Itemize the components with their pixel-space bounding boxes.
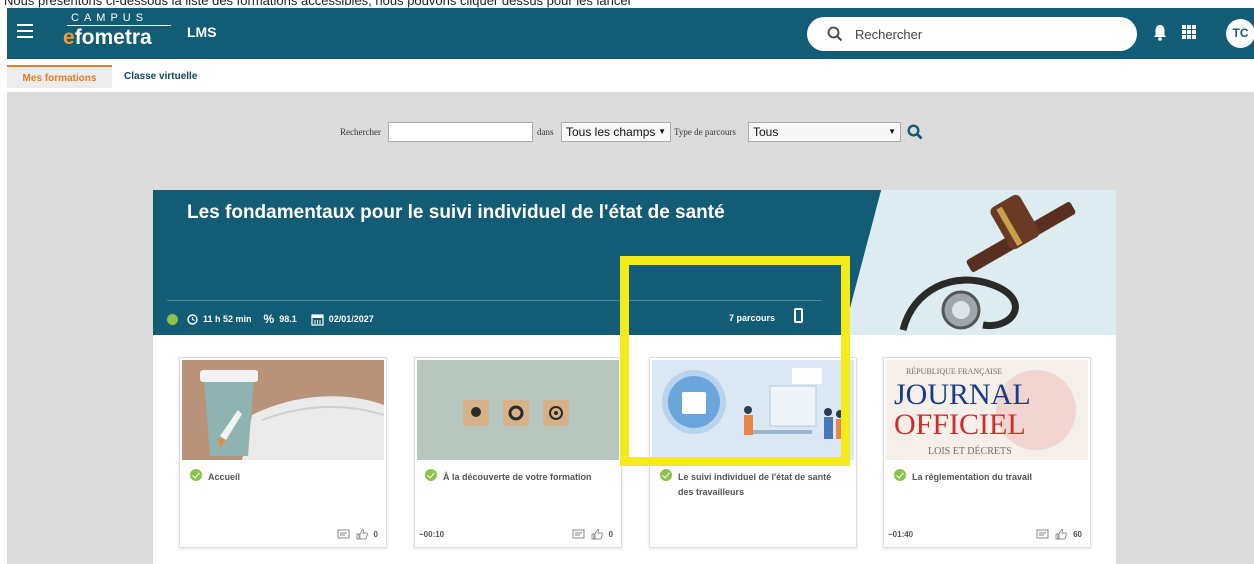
search-input[interactable] xyxy=(855,25,1115,43)
comment-icon[interactable] xyxy=(1036,529,1049,540)
logo-name: efometra xyxy=(63,26,152,49)
health-team-illustration xyxy=(652,360,854,460)
card-stats: 60 xyxy=(1036,528,1082,540)
bell-icon[interactable] xyxy=(1153,24,1167,41)
filter-search-label: Rechercher xyxy=(340,127,381,137)
chevron-down-icon: ▼ xyxy=(888,127,896,136)
formation-date: 02/01/2027 xyxy=(328,314,374,324)
thumbs-up-icon[interactable] xyxy=(1055,528,1067,540)
search-submit-icon[interactable] xyxy=(907,124,923,140)
card-title: Le suivi individuel de l'état de santé d… xyxy=(678,472,832,497)
tab-mes-formations[interactable]: Mes formations xyxy=(7,65,112,88)
mobile-icon xyxy=(794,308,803,323)
filter-type-label: Type de parcours xyxy=(674,127,736,137)
clock-icon xyxy=(187,313,198,325)
tab-classe-virtuelle[interactable]: Classe virtuelle xyxy=(124,65,197,88)
formation-percent: 98.1 xyxy=(279,314,297,324)
avatar[interactable]: TC xyxy=(1226,19,1254,48)
check-circle-icon xyxy=(894,469,906,481)
card-duration: ~01:40 xyxy=(888,530,914,539)
parcours-count: 7 parcours xyxy=(729,313,776,323)
check-circle-icon xyxy=(425,469,437,481)
journal-line-1: RÉPUBLIQUE FRANÇAISE xyxy=(906,366,1002,376)
formation-title: Les fondamentaux pour le suivi individue… xyxy=(187,202,725,223)
thumbs-up-icon[interactable] xyxy=(591,528,603,540)
card-title: Accueil xyxy=(208,472,241,482)
formation-duration: 11 h 52 min xyxy=(203,314,252,324)
tab-bar: Mes formations Classe virtuelle xyxy=(7,59,1254,92)
search-filter-bar: Rechercher dans Tous les champs ▼ Type de… xyxy=(7,122,1254,144)
check-circle-icon xyxy=(167,313,178,325)
gavel-stethoscope-image xyxy=(843,190,1116,335)
journal-line-3: OFFICIEL xyxy=(894,408,1026,441)
formation-banner[interactable]: Les fondamentaux pour le suivi individue… xyxy=(153,190,1116,335)
type-parcours-select[interactable]: Tous ▼ xyxy=(748,122,901,142)
parcours-cards: Accueil 0 À la découverte de votre forma… xyxy=(153,335,1116,564)
filter-search-input[interactable] xyxy=(388,122,533,142)
parcours-card-suivi-individuel[interactable]: Le suivi individuel de l'état de santé d… xyxy=(649,357,857,548)
wooden-blocks-image xyxy=(417,360,619,460)
app-header: CAMPUS efometra LMS TC xyxy=(7,8,1254,59)
check-circle-icon xyxy=(660,469,672,481)
global-search xyxy=(807,17,1137,51)
parcours-card-decouverte[interactable]: À la découverte de votre formation ~00:1… xyxy=(414,357,622,548)
campus-efometra-logo[interactable]: CAMPUS efometra xyxy=(63,12,173,54)
apps-grid-icon[interactable] xyxy=(1182,25,1196,39)
logo-campus-text: CAMPUS xyxy=(71,12,149,24)
likes-count: 0 xyxy=(373,529,378,539)
check-circle-icon xyxy=(190,469,202,481)
card-title: À la découverte de votre formation xyxy=(443,472,592,482)
search-icon[interactable] xyxy=(827,26,843,42)
calendar-icon xyxy=(311,313,324,326)
parcours-card-reglementation[interactable]: RÉPUBLIQUE FRANÇAISE JOURNAL OFFICIEL LO… xyxy=(883,357,1091,548)
chevron-down-icon: ▼ xyxy=(658,127,666,136)
journal-officiel-image: RÉPUBLIQUE FRANÇAISE JOURNAL OFFICIEL LO… xyxy=(886,360,1088,460)
percent-icon: % xyxy=(263,312,275,326)
field-select[interactable]: Tous les champs ▼ xyxy=(561,122,671,142)
likes-count: 0 xyxy=(608,529,613,539)
filter-in-label: dans xyxy=(537,127,554,137)
thumbs-up-icon[interactable] xyxy=(356,528,368,540)
likes-count: 60 xyxy=(1073,529,1082,539)
journal-line-4: LOIS ET DÉCRETS xyxy=(928,445,1012,457)
coffee-book-image xyxy=(182,360,384,460)
card-stats: 0 xyxy=(337,528,378,540)
card-stats: 0 xyxy=(572,528,613,540)
comment-icon[interactable] xyxy=(572,529,585,540)
menu-icon[interactable] xyxy=(17,24,33,38)
main-content: Rechercher dans Tous les champs ▼ Type de… xyxy=(7,92,1254,564)
card-duration: ~00:10 xyxy=(419,530,445,539)
top-caption: Nous présentons ci-dessous la liste des … xyxy=(0,0,1254,8)
card-title: La réglementation du travail xyxy=(912,472,1033,482)
formation-meta: 11 h 52 min % 98.1 02/01/2027 xyxy=(167,311,374,327)
parcours-card-accueil[interactable]: Accueil 0 xyxy=(179,357,387,548)
journal-line-2: JOURNAL xyxy=(894,378,1031,411)
comment-icon[interactable] xyxy=(337,529,350,540)
app-name: LMS xyxy=(187,24,217,40)
